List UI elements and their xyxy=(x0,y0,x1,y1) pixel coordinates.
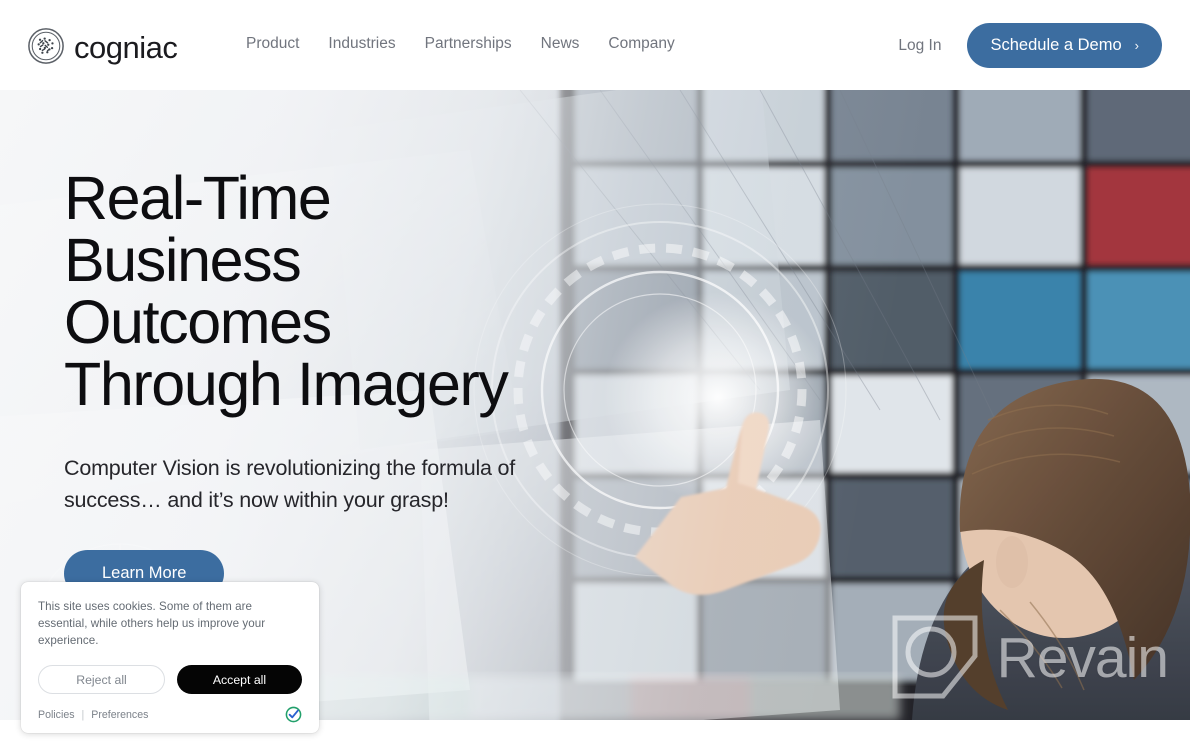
site-header: cogniac Product Industries Partnerships … xyxy=(0,0,1190,90)
policies-link[interactable]: Policies xyxy=(38,709,75,721)
cookie-links: Policies | Preferences xyxy=(38,709,148,721)
reject-all-button[interactable]: Reject all xyxy=(38,665,165,695)
link-separator: | xyxy=(81,708,85,721)
preferences-link[interactable]: Preferences xyxy=(91,709,148,721)
cookie-footer: Policies | Preferences xyxy=(38,706,302,723)
brand-logo-link[interactable]: cogniac xyxy=(27,27,178,65)
main-nav: Product Industries Partnerships News Com… xyxy=(246,36,675,52)
login-link[interactable]: Log In xyxy=(898,37,941,55)
usercentrics-check-badge-icon[interactable] xyxy=(285,706,302,723)
cogniac-circle-mark-icon xyxy=(28,28,64,64)
hero-title-line-1: Real-Time xyxy=(64,164,332,232)
hero-content: Real-Time Business Outcomes Through Imag… xyxy=(64,167,684,597)
schedule-demo-label: Schedule a Demo xyxy=(990,36,1122,54)
nav-item-company[interactable]: Company xyxy=(608,36,674,52)
schedule-demo-button[interactable]: Schedule a Demo › xyxy=(967,23,1162,68)
cookie-message: This site uses cookies. Some of them are… xyxy=(38,600,266,648)
brand-wordmark: cogniac xyxy=(74,29,178,65)
cookie-actions: Reject all Accept all xyxy=(38,665,302,695)
nav-item-product[interactable]: Product xyxy=(246,36,299,52)
accept-all-button[interactable]: Accept all xyxy=(177,665,302,695)
hero-title-line-2: Business xyxy=(64,225,302,294)
hero-title-line-4: Through Imagery xyxy=(64,349,509,418)
nav-item-industries[interactable]: Industries xyxy=(328,36,395,52)
hero-subtitle: Computer Vision is revolutionizing the f… xyxy=(64,455,516,513)
hero-title: Real-Time Business Outcomes Through Imag… xyxy=(64,167,684,418)
chevron-right-icon: › xyxy=(1134,38,1139,53)
nav-item-partnerships[interactable]: Partnerships xyxy=(425,36,512,52)
page-root: cogniac Product Industries Partnerships … xyxy=(0,0,1190,753)
hero-title-line-3: Outcomes xyxy=(64,287,332,356)
header-actions: Log In Schedule a Demo › xyxy=(898,23,1162,68)
cookie-consent-banner: This site uses cookies. Some of them are… xyxy=(21,582,319,733)
nav-item-news[interactable]: News xyxy=(541,36,580,52)
